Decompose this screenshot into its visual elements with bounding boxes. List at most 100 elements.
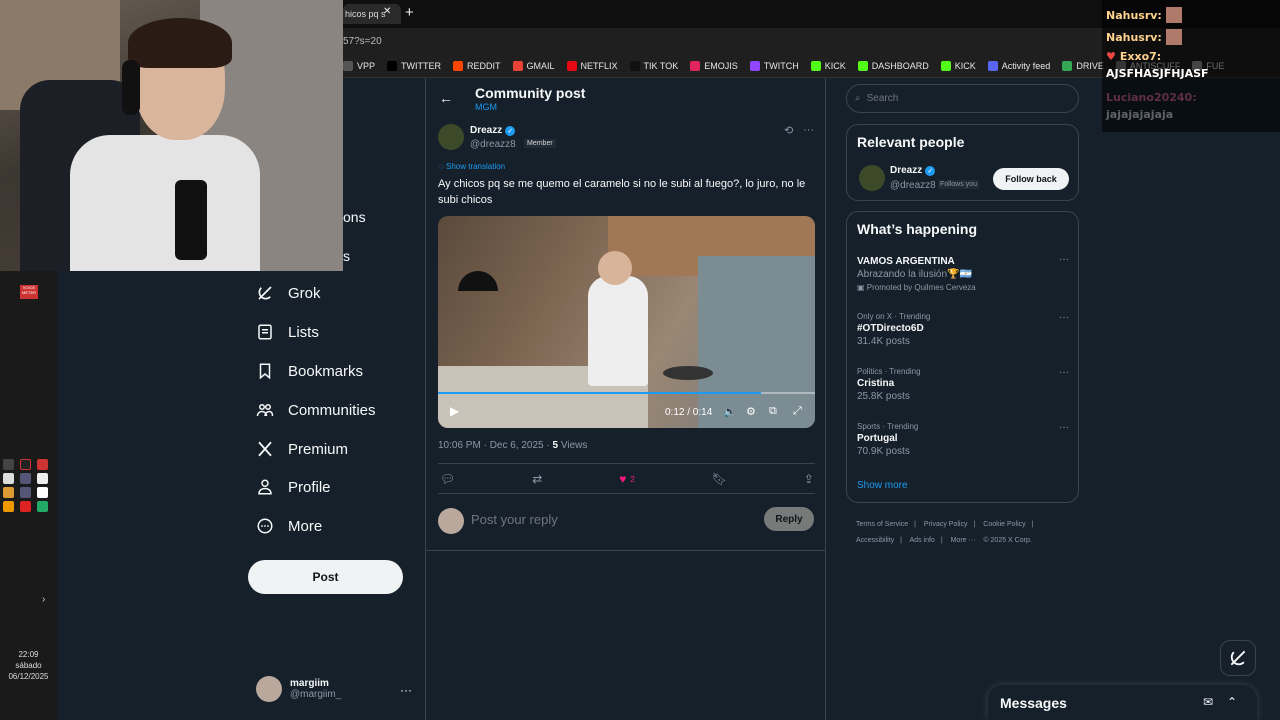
footer-link[interactable]: More ··· [951, 537, 976, 544]
bookmark-item[interactable]: Activity feed [987, 60, 1050, 71]
browser-tab[interactable]: hicos pq s [343, 4, 401, 24]
messages-drawer[interactable]: Messages ✉ ⌃ [988, 685, 1257, 720]
trend-more-icon[interactable]: ··· [1059, 422, 1069, 433]
reply-icon[interactable]: 💬︎ [440, 472, 455, 486]
nav-item-lists[interactable]: Lists [256, 323, 319, 341]
nav-item-grok[interactable]: Grok [256, 284, 321, 302]
tray-icon[interactable] [3, 487, 14, 498]
tray-icon[interactable] [20, 487, 31, 498]
verified-badge-icon: ✓ [505, 125, 516, 136]
tray-icon[interactable] [3, 501, 14, 512]
bookmark-item[interactable]: REDDIT [453, 60, 501, 71]
grok-explain-icon[interactable]: ⟲ [784, 124, 793, 137]
bookmark-item[interactable]: DRIVE [1062, 60, 1104, 71]
back-arrow-icon[interactable]: ← [439, 90, 453, 106]
trend-item[interactable]: Sports · Trending Portugal 70.9K posts ·… [857, 422, 1069, 457]
show-translation-link[interactable]: ◌ Show translation [439, 162, 505, 171]
trend-count: 31.4K posts [857, 336, 910, 347]
reply-input[interactable]: Post your reply [471, 512, 558, 527]
nav-partial-label[interactable]: ons [343, 209, 366, 225]
community-name[interactable]: MGM [475, 102, 497, 112]
trend-more-icon[interactable]: ··· [1059, 367, 1069, 378]
close-tab-icon[interactable]: ✕ [383, 6, 391, 17]
share-icon[interactable]: ⇪ [804, 472, 814, 486]
trend-promo: Promoted by Quilmes Cerveza [866, 283, 976, 292]
show-more-link[interactable]: Show more [857, 480, 908, 491]
tray-icon[interactable] [20, 459, 31, 470]
bookmark-item[interactable]: KICK [940, 60, 976, 71]
account-switcher[interactable]: margiim @margiim_ [256, 676, 341, 702]
bookmark-item[interactable]: DASHBOARD [857, 60, 929, 71]
bookmark-icon[interactable]: 🔖︎ [712, 472, 727, 486]
nav-item-more[interactable]: More [256, 517, 322, 535]
post-button[interactable]: Post [248, 560, 403, 594]
bookmark-item[interactable]: GMAIL [512, 60, 555, 71]
trend-more-icon[interactable]: ··· [1059, 254, 1069, 265]
settings-icon[interactable]: ⚙ [746, 405, 756, 418]
person-avatar[interactable] [859, 165, 885, 191]
webcam-bottle [175, 180, 207, 260]
author-avatar[interactable] [438, 124, 464, 150]
nav-item-bookmarks[interactable]: Bookmarks [256, 362, 363, 380]
nav-item-premium[interactable]: Premium [256, 440, 348, 458]
voicemeeter-icon[interactable]: VOICE METER [20, 285, 38, 299]
tray-icon[interactable] [20, 501, 31, 512]
footer-link[interactable]: Ads info [910, 537, 935, 544]
new-message-icon[interactable]: ✉ [1203, 695, 1213, 709]
search-placeholder: Search [866, 93, 899, 104]
bookmark-favicon-icon [453, 60, 464, 71]
tray-icon[interactable] [3, 473, 14, 484]
tray-icon[interactable] [37, 459, 48, 470]
bookmark-item[interactable]: VPP [343, 60, 375, 71]
pip-icon[interactable]: ⧉ [769, 405, 777, 418]
author-name-row[interactable]: Dreazz ✓ [470, 125, 516, 136]
tray-icon[interactable] [37, 473, 48, 484]
trend-item[interactable]: Politics · Trending Cristina 25.8K posts… [857, 367, 1069, 402]
chevron-right-icon[interactable]: › [42, 594, 45, 605]
video-progress-bar[interactable] [438, 392, 815, 394]
repost-icon[interactable]: ⇄ [532, 472, 542, 486]
search-input[interactable]: ⌕ Search [846, 84, 1079, 113]
trend-more-icon[interactable]: ··· [1059, 312, 1069, 323]
play-icon[interactable]: ▶ [450, 404, 459, 418]
like-button[interactable]: ♥ 2 [619, 472, 635, 486]
bookmark-item[interactable]: EMOJIS [690, 60, 738, 71]
bookmark-item[interactable]: TWITTER [387, 60, 441, 71]
person-name: Dreazz [890, 165, 923, 176]
tray-icon[interactable] [37, 487, 48, 498]
more-options-icon[interactable]: ··· [803, 124, 814, 137]
bookmark-item[interactable]: TWITCH [749, 60, 799, 71]
follow-back-button[interactable]: Follow back [993, 168, 1069, 190]
bookmark-item[interactable]: TIK TOK [629, 60, 678, 71]
reply-button[interactable]: Reply [764, 507, 814, 531]
fullscreen-icon[interactable]: ⤢ [793, 405, 802, 418]
trend-item[interactable]: Only on X · Trending #OTDirecto6D 31.4K … [857, 312, 1069, 347]
collapse-chevron-icon[interactable]: ⌃ [1227, 695, 1237, 709]
person-name-row[interactable]: Dreazz ✓ [890, 165, 936, 176]
bookmark-item[interactable]: KICK [810, 60, 846, 71]
system-clock[interactable]: 22:09 sábado 06/12/2025 [0, 649, 57, 682]
trend-item[interactable]: VAMOS ARGENTINA Abrazando la ilusión🏆🇦🇷 … [857, 254, 1069, 292]
tweet-video[interactable]: ▶ 0:12 / 0:14 🔈 ⚙ ⧉ ⤢ [438, 216, 815, 428]
tray-icon[interactable] [37, 501, 48, 512]
volume-icon[interactable]: 🔈 [723, 405, 737, 418]
footer-sep: | [900, 537, 902, 544]
footer-link[interactable]: Terms of Service [856, 521, 908, 528]
footer-link[interactable]: Accessibility [856, 537, 894, 544]
tray-icon[interactable] [3, 459, 14, 470]
bookmark-label: DRIVE [1076, 60, 1104, 71]
tweet-timestamp[interactable]: 10:06 PM · Dec 6, 2025 · [438, 440, 553, 451]
nav-item-profile[interactable]: Profile [256, 478, 331, 496]
bookmark-item[interactable]: NETFLIX [566, 60, 618, 71]
search-icon: ⌕ [855, 93, 861, 104]
tray-icon[interactable] [20, 473, 31, 484]
author-name: Dreazz [470, 125, 503, 136]
footer-link[interactable]: Cookie Policy [983, 521, 1025, 528]
account-more-icon[interactable]: ··· [400, 683, 412, 697]
new-tab-icon[interactable]: + [405, 4, 414, 21]
grok-floating-button[interactable] [1220, 640, 1256, 676]
footer-link[interactable]: Privacy Policy [924, 521, 968, 528]
nav-item-communities[interactable]: Communities [256, 401, 376, 419]
nav-partial-label[interactable]: s [343, 248, 350, 264]
show-translation-label: Show translation [445, 162, 506, 171]
